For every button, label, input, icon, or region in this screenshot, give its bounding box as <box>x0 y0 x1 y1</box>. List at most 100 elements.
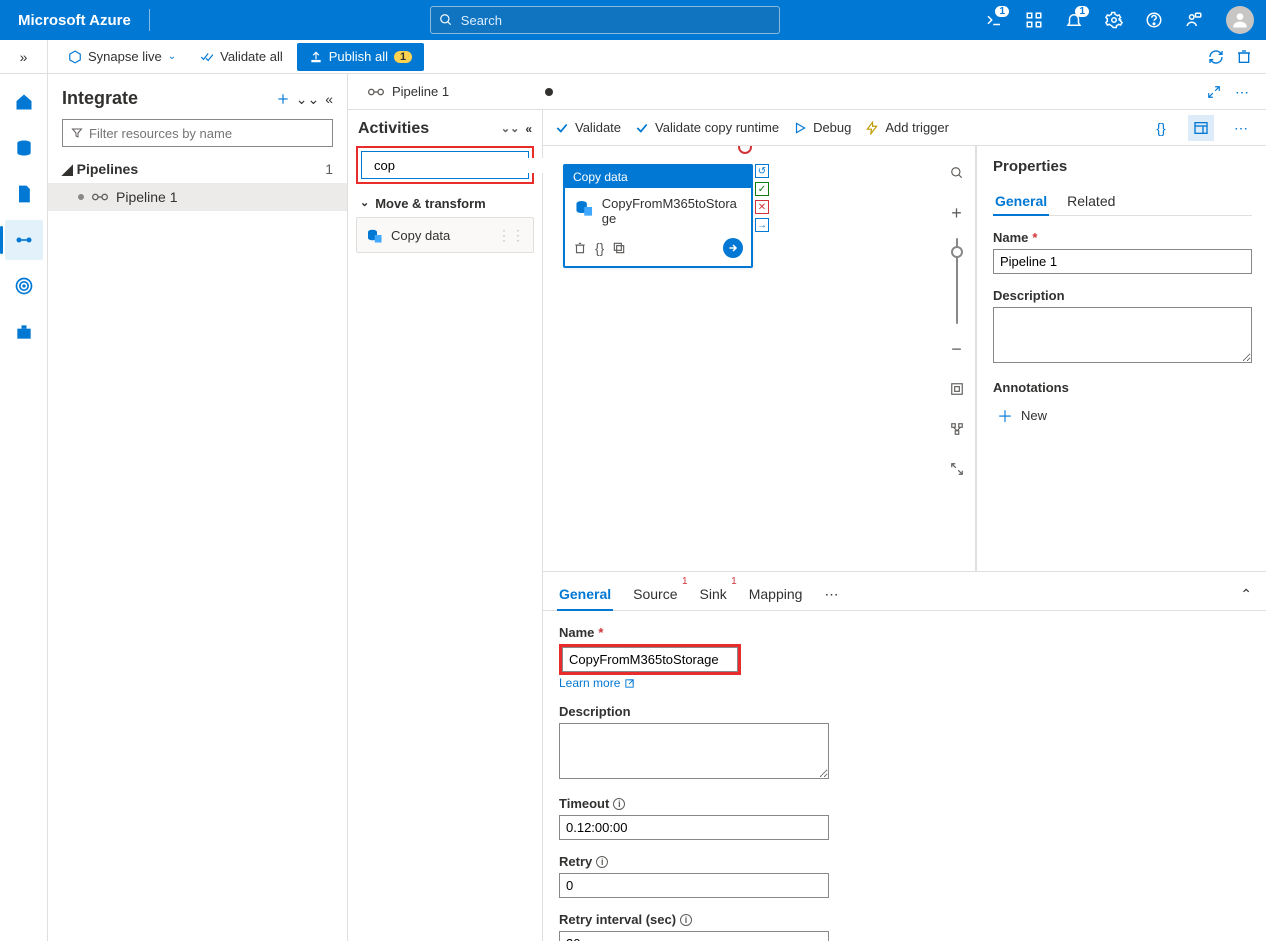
expand-all-icon[interactable]: ⌄⌄ <box>501 124 519 135</box>
config-tab-source[interactable]: Source1 <box>631 578 679 610</box>
directory-switch-button[interactable] <box>1014 0 1054 40</box>
plus-icon: ＋ <box>997 403 1013 427</box>
validate-all-button[interactable]: Validate all <box>190 43 293 71</box>
pipeline-canvas[interactable]: Copy data CopyFromM365toStorage {} <box>543 146 938 571</box>
learn-more-link[interactable]: Learn more <box>559 676 635 690</box>
discard-icon[interactable] <box>1236 49 1252 65</box>
code-icon[interactable]: {} <box>595 241 604 255</box>
info-icon[interactable]: i <box>680 914 692 926</box>
config-name-input[interactable] <box>562 647 738 672</box>
fullscreen-collapse-button[interactable] <box>942 454 972 484</box>
props-add-annotation-button[interactable]: ＋ New <box>993 395 1252 435</box>
resource-filter[interactable] <box>62 119 333 147</box>
editor-tab-pipeline1[interactable]: Pipeline 1 <box>358 74 563 109</box>
config-tab-mapping[interactable]: Mapping <box>747 578 805 610</box>
activity-search-input[interactable] <box>374 158 550 173</box>
pipeline-item-1[interactable]: Pipeline 1 <box>48 183 347 211</box>
nav-home[interactable] <box>5 82 43 122</box>
config-description-input[interactable] <box>559 723 829 779</box>
resource-filter-input[interactable] <box>89 126 324 141</box>
account-avatar[interactable] <box>1226 6 1254 34</box>
collapse-panel-button[interactable]: « <box>325 92 333 106</box>
config-tab-sink[interactable]: Sink1 <box>698 578 729 610</box>
nav-develop[interactable] <box>5 174 43 214</box>
clone-icon[interactable] <box>612 241 626 255</box>
nav-data[interactable] <box>5 128 43 168</box>
nav-manage[interactable] <box>5 312 43 352</box>
config-tab-general[interactable]: General <box>557 578 613 610</box>
activity-search[interactable] <box>361 151 529 179</box>
fit-button[interactable] <box>942 374 972 404</box>
more-button[interactable]: ⋯ <box>1228 115 1254 141</box>
add-trigger-button[interactable]: Add trigger <box>865 120 949 135</box>
pipelines-group[interactable]: ◢ Pipelines 1 <box>48 155 347 183</box>
feedback-button[interactable] <box>1174 0 1214 40</box>
zoom-search-button[interactable] <box>942 158 972 188</box>
publish-all-button[interactable]: Publish all 1 <box>297 43 424 71</box>
delete-icon[interactable] <box>573 241 587 255</box>
expand-editor-button[interactable] <box>1200 85 1228 99</box>
collapse-activities-button[interactable]: « <box>525 123 532 135</box>
info-icon[interactable]: i <box>613 798 625 810</box>
ellipsis-icon: ⋯ <box>1235 85 1249 99</box>
activity-category-label: Move & transform <box>375 196 486 211</box>
activity-category-move-transform[interactable]: ⌄ Move & transform <box>356 190 534 217</box>
notifications-button[interactable]: 1 <box>1054 0 1094 40</box>
validation-indicator-icon <box>738 146 752 154</box>
node-run-button[interactable] <box>723 238 743 258</box>
synapse-live-button[interactable]: Synapse live ⌄ <box>58 43 186 71</box>
props-tab-related[interactable]: Related <box>1065 187 1117 215</box>
publish-all-label: Publish all <box>329 49 388 64</box>
port-success[interactable]: ✓ <box>755 182 769 196</box>
global-search-input[interactable] <box>453 13 771 28</box>
props-description-input[interactable] <box>993 307 1252 363</box>
properties-toggle-button[interactable] <box>1188 115 1214 141</box>
collapse-config-button[interactable]: ⌃ <box>1240 587 1252 602</box>
help-button[interactable] <box>1134 0 1174 40</box>
chevron-down-icon: ⌄ <box>168 52 176 62</box>
expand-nav-button[interactable]: » <box>0 40 48 73</box>
funnel-icon <box>71 127 83 139</box>
zoom-in-button[interactable]: + <box>942 198 972 228</box>
zoom-out-button[interactable]: − <box>942 334 972 364</box>
publish-count-badge: 1 <box>394 51 412 63</box>
config-timeout-input[interactable] <box>559 815 829 840</box>
info-icon[interactable]: i <box>596 856 608 868</box>
code-view-button[interactable]: {} <box>1148 115 1174 141</box>
debug-button[interactable]: Debug <box>793 120 851 135</box>
autolayout-button[interactable] <box>942 414 972 444</box>
learn-more-label: Learn more <box>559 676 620 690</box>
props-name-input[interactable] <box>993 249 1252 274</box>
cloud-shell-button[interactable]: 1 <box>974 0 1014 40</box>
port-completion[interactable]: → <box>755 218 769 232</box>
braces-icon: {} <box>1156 121 1165 135</box>
settings-button[interactable] <box>1094 0 1134 40</box>
required-icon: * <box>598 625 603 640</box>
validate-button[interactable]: Validate <box>555 120 621 135</box>
drag-handle-icon[interactable]: ⋮⋮ <box>497 228 525 242</box>
nav-integrate[interactable] <box>5 220 43 260</box>
validate-runtime-button[interactable]: Validate copy runtime <box>635 120 779 135</box>
add-resource-button[interactable] <box>276 92 290 106</box>
check-all-icon <box>200 50 214 64</box>
config-tab-more[interactable]: ⋯ <box>822 578 840 610</box>
zoom-slider[interactable] <box>956 238 958 324</box>
zoom-thumb[interactable] <box>951 246 963 258</box>
port-failure[interactable]: ✕ <box>755 200 769 214</box>
nav-monitor[interactable] <box>5 266 43 306</box>
config-retry-interval-input[interactable] <box>559 931 829 941</box>
port-retry[interactable]: ↺ <box>755 164 769 178</box>
check-icon <box>555 121 569 135</box>
ellipsis-icon: ⋯ <box>1234 121 1248 135</box>
props-tab-general[interactable]: General <box>993 187 1049 215</box>
home-icon <box>14 92 34 112</box>
expand-all-button[interactable]: ⌄⌄ <box>296 92 319 106</box>
refresh-icon[interactable] <box>1208 49 1224 65</box>
copy-data-node[interactable]: Copy data CopyFromM365toStorage {} <box>563 164 753 268</box>
activity-item-copy-data[interactable]: Copy data ⋮⋮ <box>356 217 534 253</box>
synapse-live-label: Synapse live <box>88 49 162 64</box>
add-trigger-label: Add trigger <box>885 120 949 135</box>
config-retry-input[interactable] <box>559 873 829 898</box>
editor-more-button[interactable]: ⋯ <box>1228 85 1256 99</box>
global-search[interactable] <box>430 6 780 34</box>
